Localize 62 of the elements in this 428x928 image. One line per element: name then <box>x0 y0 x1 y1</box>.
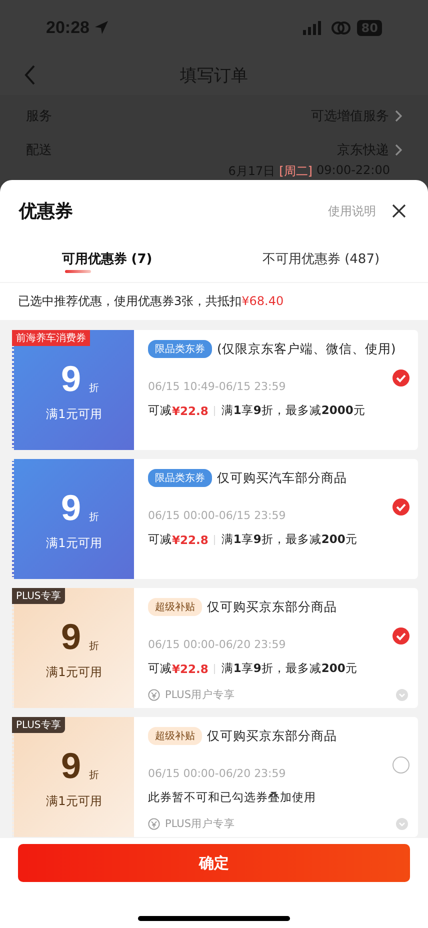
summary-text: 已选中推荐优惠，使用优惠券3张，共抵扣 <box>18 294 242 308</box>
category-tag: 限品类东券 <box>148 340 212 358</box>
saving-label: 可减 <box>148 403 172 418</box>
rule-text: 满1享9折，最多减200元 <box>221 532 358 547</box>
validity-text: 06/15 00:00-06/15 23:59 <box>148 509 287 522</box>
link-icon <box>330 20 352 35</box>
footer-text: PLUS用户专享 <box>165 817 236 831</box>
validity-text: 06/15 10:49-06/15 23:59 <box>148 380 287 393</box>
rule-text: 满1享9折，最多减2000元 <box>221 403 366 418</box>
discount-value: 9 <box>60 486 82 528</box>
close-icon[interactable] <box>392 204 406 218</box>
coupon-card[interactable]: PLUS专享 9 折 满1元可用 超级补贴 仅可购买京东部分商品 06/15 00:00-06/20 23:59 可减¥22.8 满1享9折，最多减200元 PLUS用户专享 <box>12 588 418 708</box>
threshold-text: 满1元可用 <box>46 534 102 552</box>
rule-text: 满1享9折，最多减200元 <box>221 661 358 676</box>
saving-amount: ¥22.8 <box>172 662 208 676</box>
coupon-card[interactable]: 9 折 满1元可用 限品类东券 仅可购买汽车部分商品 06/15 00:00-06/15 23:59 可减¥22.8 满1享9折，最多减200元 <box>12 459 418 579</box>
yen-icon <box>148 818 160 830</box>
discount-value: 9 <box>60 616 82 658</box>
category-tag: 超级补贴 <box>148 598 202 616</box>
chevron-right-icon[interactable] <box>395 144 402 156</box>
discount-unit: 折 <box>89 382 100 394</box>
chevron-right-icon[interactable] <box>395 110 402 122</box>
checkbox[interactable] <box>392 498 410 516</box>
discount-unit: 折 <box>89 510 100 524</box>
threshold-text: 满1元可用 <box>46 406 102 422</box>
coupon-card[interactable]: PLUS专享 9 折 满1元可用 超级补贴 仅可购买京东部分商品 06/15 00:00-06/20 23:59 此券暂不可和已勾选券叠加使用 PLUS用户专享 <box>12 717 418 837</box>
stacking-note: 此券暂不可和已勾选券叠加使用 <box>148 790 317 805</box>
saving-label: 可减 <box>148 532 172 547</box>
saving-label: 可减 <box>148 661 172 676</box>
delivery-weekday: [周二] <box>279 163 312 180</box>
coupon-badge: 前海养车消费券 <box>12 330 90 346</box>
back-icon[interactable] <box>24 65 36 86</box>
threshold-text: 满1元可用 <box>46 792 102 810</box>
checkbox[interactable] <box>392 627 410 645</box>
coupon-card[interactable]: 前海养车消费券 9 折 满1元可用 限品类东券 (仅限京东客户端、微信、使用) 06/15 10:49-06/15 23:59 可减¥22.8 满1享9折，最多减2000元 <box>12 330 418 450</box>
saving-amount: ¥22.8 <box>172 532 208 546</box>
coupon-title: 仅可购买京东部分商品 <box>207 728 337 744</box>
discount-value: 9 <box>60 744 82 786</box>
coupon-tab[interactable]: 不可用优惠券 (487) <box>214 240 428 282</box>
saving-amount: ¥22.8 <box>172 404 208 418</box>
footer-text: PLUS用户专享 <box>165 688 236 702</box>
coupon-title: 仅可购买京东部分商品 <box>207 598 337 616</box>
coupon-title: (仅限京东客户端、微信、使用) <box>217 340 396 358</box>
discount-unit: 折 <box>89 640 100 652</box>
confirm-button[interactable]: 确定 <box>18 844 410 882</box>
discount-value: 9 <box>60 358 82 400</box>
discount-total: ¥68.40 <box>242 294 284 308</box>
validity-text: 06/15 00:00-06/20 23:59 <box>148 638 287 651</box>
coupon-badge: PLUS专享 <box>12 717 65 733</box>
coupon-tab[interactable]: 可用优惠券 (7) <box>0 240 214 282</box>
category-tag: 超级补贴 <box>148 727 202 745</box>
discount-unit: 折 <box>89 768 100 782</box>
validity-text: 06/15 00:00-06/20 23:59 <box>148 767 287 780</box>
coupon-badge: PLUS专享 <box>12 588 65 604</box>
sheet-title: 优惠券 <box>19 200 73 223</box>
checkbox[interactable] <box>392 756 410 774</box>
yen-icon <box>148 689 160 701</box>
coupon-title: 仅可购买汽车部分商品 <box>217 470 347 486</box>
threshold-text: 满1元可用 <box>46 664 102 680</box>
location-arrow-icon <box>94 20 110 36</box>
category-tag: 限品类东券 <box>148 469 212 487</box>
checkbox[interactable] <box>392 369 410 387</box>
